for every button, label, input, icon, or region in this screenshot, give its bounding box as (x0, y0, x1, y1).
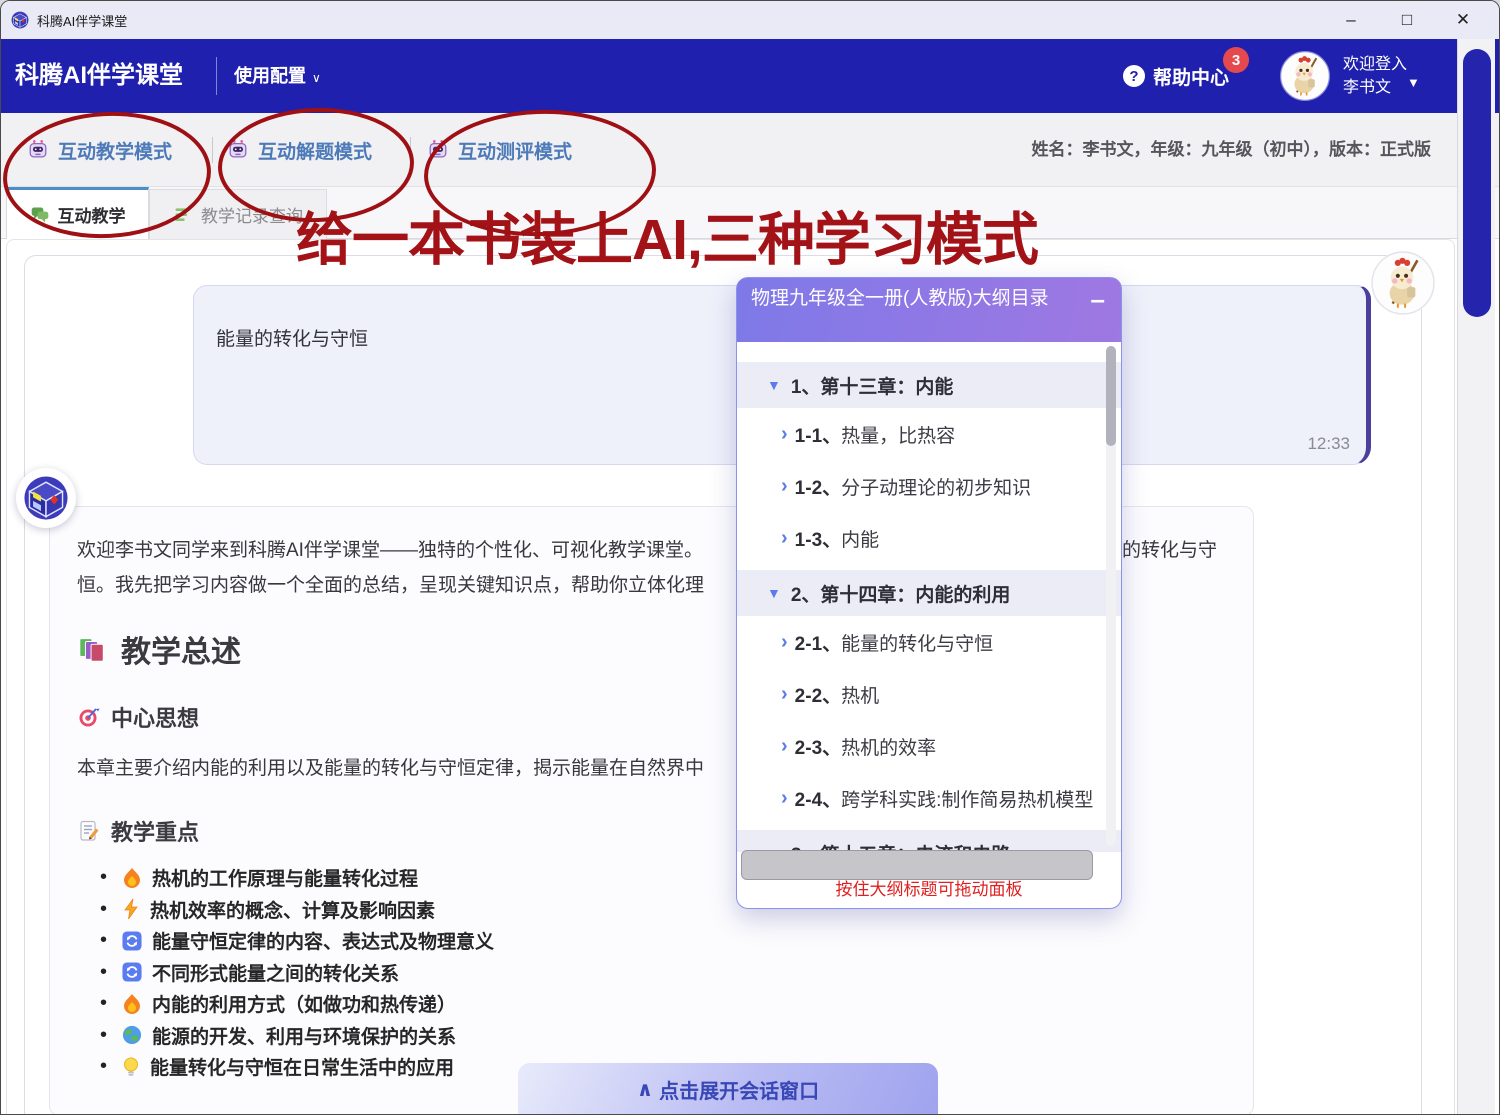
chevron-right-icon: › (781, 683, 788, 706)
bullet-dot: • (100, 866, 112, 889)
flame-icon (122, 867, 142, 889)
list-item: • 热机的工作原理与能量转化过程 (100, 862, 494, 894)
list-item: • 内能的利用方式（如做功和热传递） (100, 988, 494, 1020)
help-center-button[interactable]: ? 帮助中心 (1123, 39, 1229, 113)
bullet-dot: • (100, 929, 112, 952)
expand-conversation-button[interactable]: ∧ 点击展开会话窗口 (518, 1063, 938, 1115)
chat-bubbles-icon (30, 205, 50, 225)
bullet-dot: • (100, 992, 112, 1015)
chevron-right-icon: › (781, 735, 788, 758)
welcome-text-line1: 欢迎李书文同学来到科腾AI伴学课堂——独特的个性化、可视化教学课堂。 (77, 535, 741, 562)
mascot-avatar (1370, 250, 1436, 316)
panel-horizontal-scrollbar[interactable] (741, 850, 1093, 880)
outline-section[interactable]: › 1-1、热量，比热容 (737, 408, 1121, 460)
mode-problem-solving[interactable]: 互动解题模式 (227, 113, 372, 187)
outline-chapter[interactable]: ▼ 2、第十四章：内能的利用 (737, 570, 1121, 616)
chevron-up-icon: ∧ (637, 1077, 653, 1102)
outline-chapter[interactable]: ▼ 3、第十五章：电流和电路 (737, 830, 1121, 852)
welcome-text-line2: 恒。我先把学习内容做一个全面的总结，呈现关键知识点，帮助你立体化理 (77, 570, 741, 597)
list-item: • 能源的开发、利用与环境保护的关系 (100, 1020, 494, 1052)
list-item: • 热机效率的概念、计算及影响因素 (100, 894, 494, 926)
app-window: 科腾AI伴学课堂 – □ ✕ 科腾AI伴学课堂 使用配置∨ ? 帮助中心 3 欢… (0, 0, 1500, 1115)
overview-heading: 教学总述 (77, 627, 241, 671)
config-menu[interactable]: 使用配置∨ (234, 39, 321, 115)
welcome-text-fragment: 的转化与守 (1122, 535, 1217, 562)
maximize-button[interactable]: □ (1379, 1, 1435, 39)
robot-icon (227, 139, 249, 161)
robot-icon (427, 139, 449, 161)
list-item: • 不同形式能量之间的转化关系 (100, 957, 494, 989)
question-icon: ? (1123, 65, 1145, 87)
chevron-down-icon: ∨ (312, 71, 321, 85)
app-cube-icon (11, 11, 29, 29)
window-title: 科腾AI伴学课堂 (37, 11, 127, 30)
outline-list: ▼ 1、第十三章：内能 › 1-1、热量，比热容 › 1-2、分子动理论的初步知… (737, 342, 1121, 852)
login-welcome[interactable]: 欢迎登入 李书文 (1343, 53, 1407, 99)
assistant-cube-logo[interactable] (16, 468, 76, 528)
chevron-right-icon: › (781, 631, 788, 654)
list-item: • 能量转化与守恒在日常生活中的应用 (100, 1051, 494, 1083)
chevron-right-icon: › (781, 527, 788, 550)
chevron-right-icon: › (781, 475, 788, 498)
outline-section[interactable]: › 1-3、内能 (737, 512, 1121, 564)
mode-bar: 互动教学模式 互动解题模式 互动测评模式 姓名：李书文，年级：九年级（初中），版… (1, 113, 1499, 187)
user-info-text: 姓名：李书文，年级：九年级（初中），版本：正式版 (1032, 113, 1432, 187)
outline-panel: 物理九年级全一册(人教版)大纲目录 – ▼ 1、第十三章：内能 › 1-1、热量… (736, 277, 1122, 909)
title-bar: 科腾AI伴学课堂 – □ ✕ (1, 1, 1499, 39)
triangle-down-icon: ▼ (767, 377, 781, 393)
cycle-icon (122, 962, 142, 982)
central-idea-heading: 中心思想 (77, 701, 199, 733)
list-icon (173, 205, 193, 225)
cycle-icon (122, 931, 142, 951)
outline-section[interactable]: › 2-1、能量的转化与守恒 (737, 616, 1121, 668)
chevron-right-icon: › (781, 423, 788, 446)
list-item: • 能量守恒定律的内容、表达式及物理意义 (100, 925, 494, 957)
bullet-dot: • (100, 961, 112, 984)
outline-section[interactable]: › 2-3、热机的效率 (737, 720, 1121, 772)
mode-assessment[interactable]: 互动测评模式 (427, 113, 572, 187)
user-message-text: 能量的转化与守恒 (216, 324, 368, 351)
message-timestamp: 12:33 (1307, 434, 1350, 454)
robot-icon (27, 139, 49, 161)
bulb-icon (122, 1056, 140, 1078)
help-badge: 3 (1223, 47, 1249, 73)
window-scrollbar-thumb[interactable] (1463, 49, 1491, 317)
mode-divider (410, 137, 411, 163)
brand-title: 科腾AI伴学课堂 (15, 39, 183, 113)
close-button[interactable]: ✕ (1435, 1, 1491, 39)
panel-scrollbar-thumb[interactable] (1106, 346, 1116, 446)
central-idea-text: 本章主要介绍内能的利用以及能量的转化与守恒定律，揭示能量在自然界中 (77, 753, 741, 780)
books-icon (77, 634, 107, 664)
outline-section[interactable]: › 1-2、分子动理论的初步知识 (737, 460, 1121, 512)
mode-divider (212, 137, 213, 163)
key-points-list: • 热机的工作原理与能量转化过程 • 热机效率的概念、计算及影响因素 • 能量守… (100, 862, 494, 1083)
outline-section[interactable]: › 2-2、热机 (737, 668, 1121, 720)
globe-icon (122, 1025, 142, 1045)
tab-interactive-teaching[interactable]: 互动教学 (6, 187, 149, 239)
bullet-dot: • (100, 1055, 112, 1078)
outline-panel-header[interactable]: 物理九年级全一册(人教版)大纲目录 (737, 278, 1121, 342)
app-header: 科腾AI伴学课堂 使用配置∨ ? 帮助中心 3 欢迎登入 李书文 ▼ (1, 39, 1499, 113)
minimize-button[interactable]: – (1323, 1, 1379, 39)
key-points-heading: 教学重点 (77, 815, 199, 847)
mode-teaching[interactable]: 互动教学模式 (27, 113, 172, 187)
lightning-icon (122, 898, 140, 920)
user-avatar[interactable] (1279, 50, 1331, 102)
annotation-headline: 给一本书装上AI,三种学习模式 (296, 194, 1038, 276)
triangle-down-icon: ▼ (767, 585, 781, 601)
memo-icon (77, 819, 101, 843)
bullet-dot: • (100, 898, 112, 921)
panel-collapse-button[interactable]: – (1091, 284, 1105, 315)
target-icon (77, 705, 101, 729)
outline-chapter[interactable]: ▼ 1、第十三章：内能 (737, 362, 1121, 408)
chevron-right-icon: › (781, 787, 788, 810)
header-divider (216, 57, 217, 95)
bullet-dot: • (100, 1024, 112, 1047)
flame-icon (122, 993, 142, 1015)
dropdown-caret-icon: ▼ (1407, 75, 1420, 90)
window-scrollbar-track[interactable] (1457, 39, 1495, 1115)
outline-section[interactable]: › 2-4、跨学科实践:制作简易热机模型 (737, 772, 1121, 824)
